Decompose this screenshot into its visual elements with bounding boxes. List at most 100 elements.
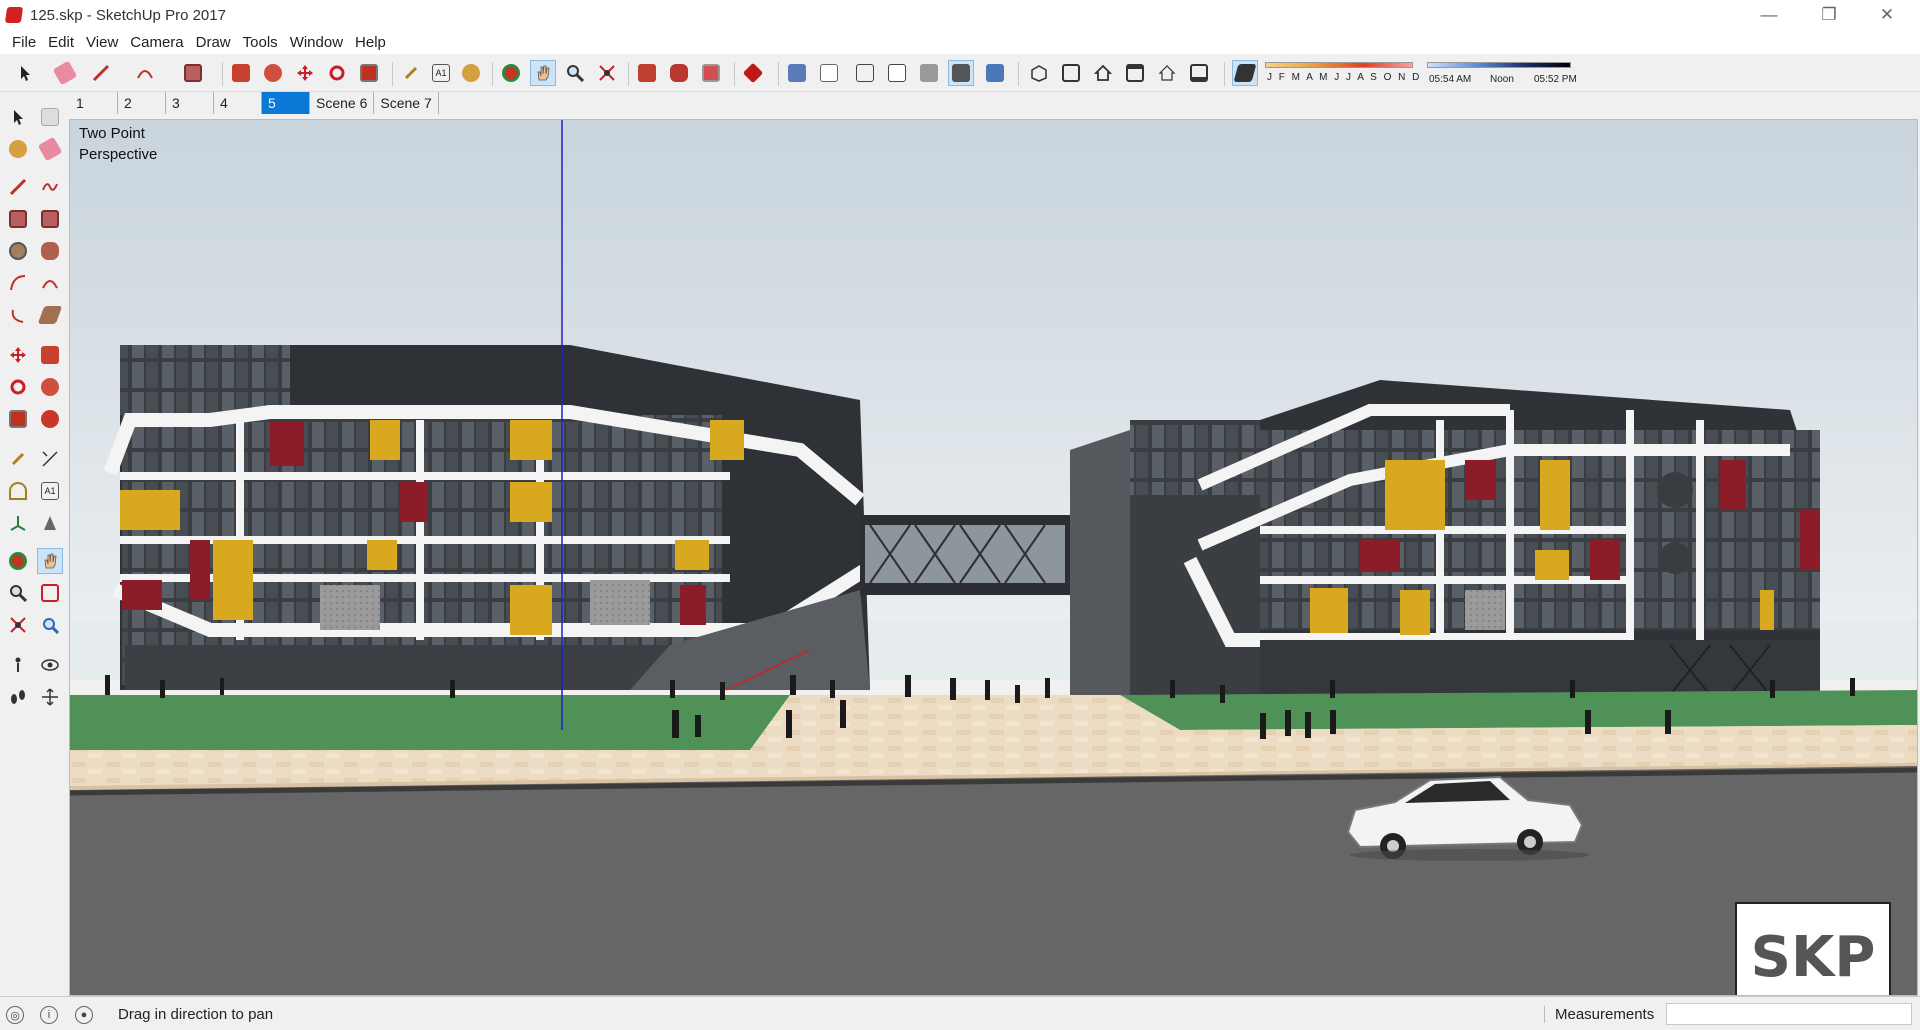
menu-help[interactable]: Help bbox=[349, 34, 392, 51]
front-view-icon[interactable] bbox=[1090, 60, 1116, 86]
top-view-icon[interactable] bbox=[1058, 60, 1084, 86]
make-component-icon[interactable] bbox=[37, 104, 63, 130]
paint-bucket-icon[interactable] bbox=[5, 136, 31, 162]
3d-text-icon[interactable] bbox=[37, 510, 63, 536]
close-button[interactable]: ✕ bbox=[1858, 0, 1916, 30]
axes-tool-icon[interactable] bbox=[5, 510, 31, 536]
minimize-button[interactable]: — bbox=[1740, 0, 1798, 30]
zoom-extents-icon[interactable] bbox=[594, 60, 620, 86]
section-plane-icon[interactable] bbox=[37, 684, 63, 710]
time-slider[interactable] bbox=[1427, 62, 1571, 68]
scene-tab-2[interactable]: 2 bbox=[118, 92, 166, 114]
back-edges-style-icon[interactable] bbox=[816, 60, 842, 86]
select-tool-icon[interactable] bbox=[5, 104, 31, 130]
warehouse-icon[interactable] bbox=[634, 60, 660, 86]
tape-measure-icon[interactable] bbox=[398, 60, 424, 86]
arc-tool-icon[interactable] bbox=[5, 270, 31, 296]
offset-tool-icon[interactable] bbox=[37, 406, 63, 432]
menu-window[interactable]: Window bbox=[284, 34, 349, 51]
two-point-arc-icon[interactable] bbox=[37, 270, 63, 296]
eraser-tool-icon[interactable] bbox=[52, 60, 78, 86]
zoom-tool-icon[interactable] bbox=[562, 60, 588, 86]
camera-label-line1: Two Point bbox=[79, 125, 145, 142]
move-tool-icon[interactable] bbox=[5, 342, 31, 368]
left-view-icon[interactable] bbox=[1186, 60, 1212, 86]
move-tool-icon[interactable] bbox=[292, 60, 318, 86]
menu-tools[interactable]: Tools bbox=[237, 34, 284, 51]
shaded-textures-style-icon[interactable] bbox=[948, 60, 974, 86]
scene-tab-1[interactable]: 1 bbox=[70, 92, 118, 114]
orbit-tool-icon[interactable] bbox=[5, 548, 31, 574]
monochrome-style-icon[interactable] bbox=[982, 60, 1008, 86]
previous-view-icon[interactable] bbox=[37, 612, 63, 638]
push-pull-icon[interactable] bbox=[37, 342, 63, 368]
rotated-rectangle-icon[interactable] bbox=[37, 206, 63, 232]
push-pull-icon[interactable] bbox=[228, 60, 254, 86]
scene-tab-5[interactable]: 5 bbox=[262, 92, 310, 114]
restore-button[interactable]: ❐ bbox=[1800, 0, 1858, 30]
rectangle-tool-icon[interactable] bbox=[180, 60, 206, 86]
back-view-icon[interactable] bbox=[1154, 60, 1180, 86]
arc-tool-icon[interactable] bbox=[132, 60, 158, 86]
menu-camera[interactable]: Camera bbox=[124, 34, 189, 51]
three-point-arc-icon[interactable] bbox=[5, 302, 31, 328]
orbit-tool-icon[interactable] bbox=[498, 60, 524, 86]
pie-tool-icon[interactable] bbox=[37, 302, 63, 328]
user-account-icon[interactable]: ● bbox=[75, 1006, 93, 1024]
menu-bar: File Edit View Camera Draw Tools Window … bbox=[0, 30, 1920, 54]
zoom-extents-icon[interactable] bbox=[5, 612, 31, 638]
text-tool-icon[interactable]: A1 bbox=[428, 60, 454, 86]
follow-me-icon[interactable] bbox=[37, 374, 63, 400]
tape-measure-icon[interactable] bbox=[5, 446, 31, 472]
scene-tab-3[interactable]: 3 bbox=[166, 92, 214, 114]
month-slider[interactable] bbox=[1265, 62, 1413, 68]
iso-view-icon[interactable] bbox=[1026, 60, 1052, 86]
scene-tab-6[interactable]: Scene 6 bbox=[310, 92, 375, 114]
menu-edit[interactable]: Edit bbox=[42, 34, 80, 51]
walk-tool-icon[interactable] bbox=[5, 684, 31, 710]
zoom-window-icon[interactable] bbox=[37, 580, 63, 606]
position-camera-icon[interactable] bbox=[5, 652, 31, 678]
protractor-tool-icon[interactable] bbox=[5, 478, 31, 504]
line-tool-icon[interactable] bbox=[88, 60, 114, 86]
wireframe-style-icon[interactable] bbox=[852, 60, 878, 86]
menu-draw[interactable]: Draw bbox=[190, 34, 237, 51]
polygon-tool-icon[interactable] bbox=[37, 238, 63, 264]
rotate-tool-icon[interactable] bbox=[324, 60, 350, 86]
dimension-tool-icon[interactable] bbox=[37, 446, 63, 472]
pan-tool-icon[interactable] bbox=[530, 60, 556, 86]
scene-tab-7[interactable]: Scene 7 bbox=[374, 92, 439, 114]
scene-tab-4[interactable]: 4 bbox=[214, 92, 262, 114]
right-view-icon[interactable] bbox=[1122, 60, 1148, 86]
freehand-tool-icon[interactable] bbox=[37, 174, 63, 200]
lawn-left bbox=[70, 695, 790, 750]
geo-location-icon[interactable]: ◎ bbox=[6, 1006, 24, 1024]
select-tool-icon[interactable] bbox=[12, 60, 38, 86]
scale-tool-icon[interactable] bbox=[356, 60, 382, 86]
menu-file[interactable]: File bbox=[6, 34, 42, 51]
shaded-style-icon[interactable] bbox=[916, 60, 942, 86]
paint-bucket-icon[interactable] bbox=[458, 60, 484, 86]
circle-tool-icon[interactable] bbox=[5, 238, 31, 264]
extension-warehouse-icon[interactable] bbox=[698, 60, 724, 86]
ruby-icon[interactable] bbox=[740, 60, 766, 86]
shadows-toggle-icon[interactable] bbox=[1232, 60, 1258, 86]
menu-view[interactable]: View bbox=[80, 34, 124, 51]
share-model-icon[interactable] bbox=[666, 60, 692, 86]
info-icon[interactable]: i bbox=[40, 1006, 58, 1024]
follow-me-icon[interactable] bbox=[260, 60, 286, 86]
rotate-tool-icon[interactable] bbox=[5, 374, 31, 400]
modeling-viewport[interactable]: Two Point Perspective SKP bbox=[69, 119, 1918, 996]
text-tool-icon[interactable]: A1 bbox=[37, 478, 63, 504]
rectangle-tool-icon[interactable] bbox=[5, 206, 31, 232]
zoom-tool-icon[interactable] bbox=[5, 580, 31, 606]
sketchup-app-icon[interactable] bbox=[4, 7, 24, 23]
hidden-line-style-icon[interactable] bbox=[884, 60, 910, 86]
line-tool-icon[interactable] bbox=[5, 174, 31, 200]
pan-tool-icon[interactable] bbox=[37, 548, 63, 574]
look-around-icon[interactable] bbox=[37, 652, 63, 678]
eraser-tool-icon[interactable] bbox=[37, 136, 63, 162]
scale-tool-icon[interactable] bbox=[5, 406, 31, 432]
measurements-input[interactable] bbox=[1666, 1003, 1912, 1025]
xray-style-icon[interactable] bbox=[784, 60, 810, 86]
